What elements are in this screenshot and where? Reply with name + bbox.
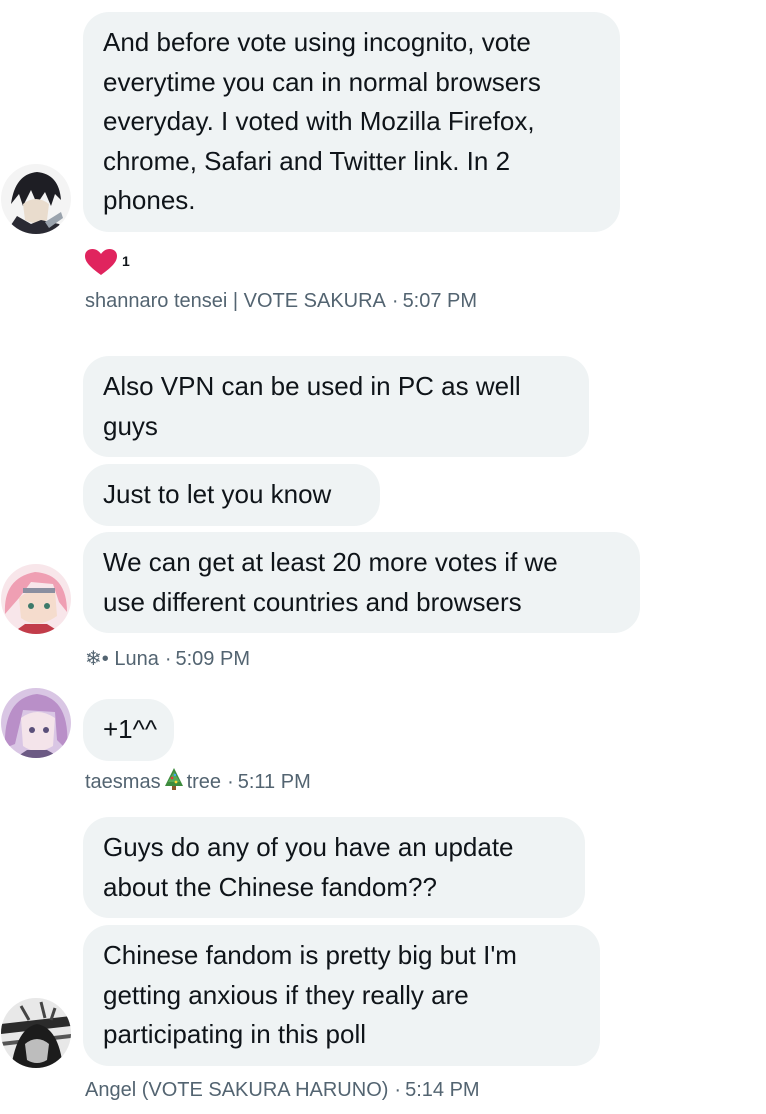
message-bubble[interactable]: +1^^ <box>83 699 174 761</box>
separator: · <box>164 648 172 670</box>
separator: · <box>227 771 234 793</box>
avatar[interactable] <box>1 998 71 1068</box>
message-meta: shannaro tensei | VOTE SAKURA · 5:07 PM <box>85 290 477 313</box>
message-bubble[interactable]: Just to let you know <box>83 464 380 526</box>
sender-name[interactable]: Angel (VOTE SAKURA HARUNO) <box>85 1079 388 1101</box>
sender-name-suffix[interactable]: tree <box>187 771 221 793</box>
sender-name-prefix: ❄• <box>85 648 109 670</box>
avatar[interactable] <box>1 688 71 758</box>
avatar-image <box>1 164 71 234</box>
timestamp: 5:09 PM <box>175 648 250 670</box>
timestamp: 5:14 PM <box>405 1079 480 1101</box>
reaction[interactable]: 1 <box>84 248 130 276</box>
avatar[interactable] <box>1 164 71 234</box>
message-meta: Angel (VOTE SAKURA HARUNO) · 5:14 PM <box>85 1079 480 1102</box>
avatar-image <box>1 564 71 634</box>
dm-conversation: And before vote using incognito, vote ev… <box>0 0 766 1114</box>
avatar-image <box>1 688 71 758</box>
message-bubble[interactable]: And before vote using incognito, vote ev… <box>83 12 620 232</box>
message-bubble[interactable]: Guys do any of you have an update about … <box>83 817 585 918</box>
message-bubble[interactable]: We can get at least 20 more votes if we … <box>83 532 640 633</box>
message-bubble[interactable]: Also VPN can be used in PC as well guys <box>83 356 589 457</box>
message-meta: ❄• Luna · 5:09 PM <box>85 646 250 671</box>
timestamp: 5:11 PM <box>237 771 311 793</box>
sender-name[interactable]: taesmas <box>85 771 161 793</box>
timestamp: 5:07 PM <box>402 290 478 312</box>
separator: · <box>391 290 399 312</box>
avatar-image <box>1 998 71 1068</box>
christmas-tree-icon <box>163 767 185 797</box>
sender-name[interactable]: Luna <box>114 648 159 670</box>
message-meta: taesmas tree · 5:11 PM <box>85 767 311 797</box>
heart-icon <box>85 249 117 275</box>
reaction-count: 1 <box>122 253 130 269</box>
sender-name[interactable]: shannaro tensei | VOTE SAKURA <box>85 290 386 312</box>
avatar[interactable] <box>1 564 71 634</box>
separator: · <box>394 1079 402 1101</box>
message-bubble[interactable]: Chinese fandom is pretty big but I'm get… <box>83 925 600 1066</box>
